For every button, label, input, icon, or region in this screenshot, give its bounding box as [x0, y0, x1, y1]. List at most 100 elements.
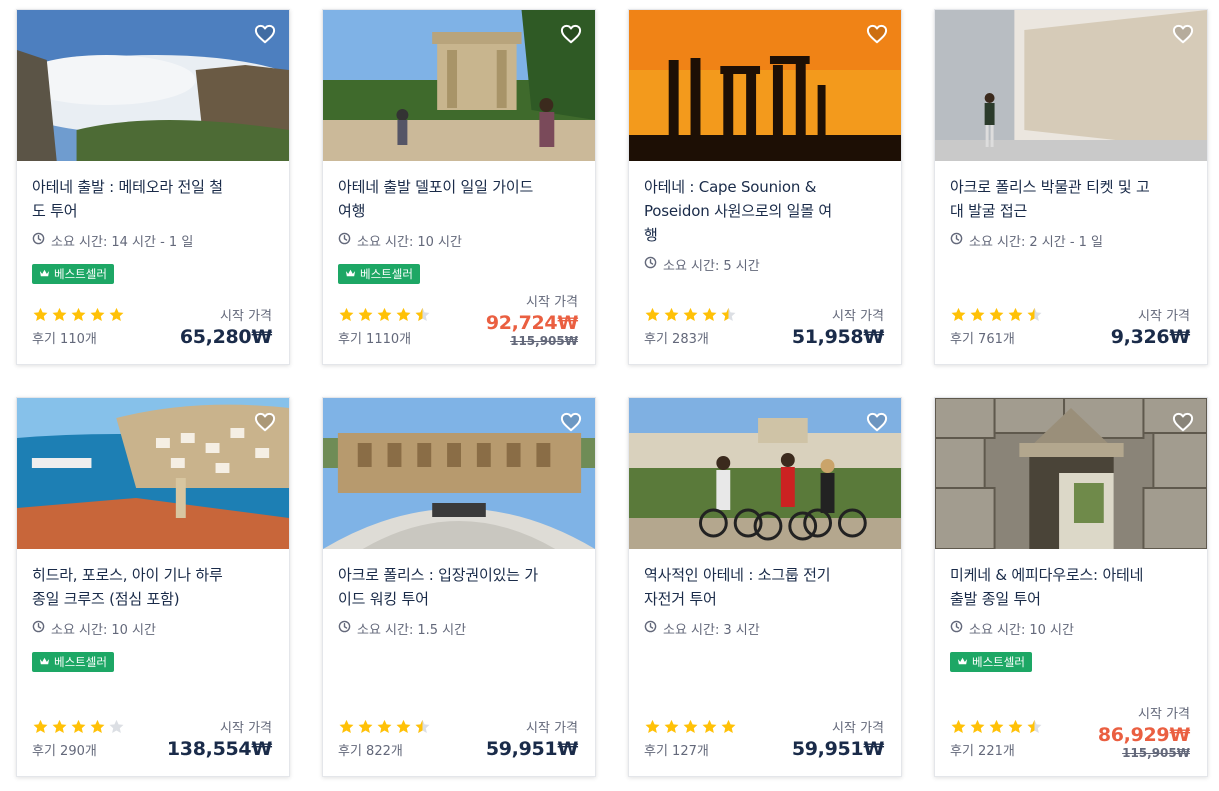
heart-icon[interactable]: [559, 22, 583, 46]
star-icon: [89, 718, 106, 739]
rating-stars: [338, 306, 431, 327]
star-half-icon: [1026, 718, 1043, 739]
badge-label: 베스트셀러: [360, 267, 413, 281]
star-icon: [1007, 718, 1024, 739]
price-label: 시작 가격: [1138, 309, 1190, 324]
activity-title[interactable]: 아크로 폴리스 : 입장권이있는 가이드 워킹 투어: [338, 563, 538, 611]
heart-icon[interactable]: [1171, 410, 1195, 434]
star-icon: [51, 306, 68, 327]
price: 138,554₩: [166, 738, 272, 760]
card-footer: 후기 110개 시작 가격 65,280₩: [32, 288, 272, 348]
crown-icon: [957, 655, 968, 669]
card-footer: 후기 221개 시작 가격 86,929₩ 115,905₩: [950, 700, 1190, 760]
price: 59,951₩: [791, 738, 884, 760]
price: 86,929₩: [1097, 724, 1190, 746]
clock-icon: [32, 620, 45, 637]
heart-icon[interactable]: [865, 410, 889, 434]
bestseller-badge: 베스트셀러: [32, 264, 114, 284]
star-icon: [701, 718, 718, 739]
activity-card[interactable]: 역사적인 아테네 : 소그룹 전기 자전거 투어 소요 시간: 3 시간 후기 …: [628, 397, 902, 777]
price-label: 시작 가격: [526, 721, 578, 736]
card-footer: 후기 290개 시작 가격 138,554₩: [32, 700, 272, 760]
duration-label: 소요 시간:: [357, 235, 414, 250]
star-icon: [701, 306, 718, 327]
card-footer: 후기 822개 시작 가격 59,951₩: [338, 700, 578, 760]
activity-photo[interactable]: [935, 10, 1207, 161]
price-box: 시작 가격 59,951₩: [486, 717, 578, 760]
price: 9,326₩: [1110, 326, 1191, 348]
review-count: 후기 822개: [338, 744, 403, 759]
crown-icon: [39, 655, 50, 669]
card-footer: 후기 761개 시작 가격 9,326₩: [950, 288, 1190, 348]
star-icon: [969, 306, 986, 327]
duration-value: 10 시간: [111, 623, 156, 638]
duration-value: 3 시간: [723, 623, 760, 638]
activity-title[interactable]: 아크로 폴리스 박물관 티켓 및 고대 발굴 접근: [950, 175, 1150, 223]
duration: 소요 시간: 10 시간: [338, 231, 580, 250]
review-count: 후기 761개: [950, 332, 1015, 347]
activity-card[interactable]: 히드라, 포로스, 아이 기나 하루 종일 크루즈 (점심 포함) 소요 시간:…: [16, 397, 290, 777]
star-icon: [644, 306, 661, 327]
heart-icon[interactable]: [253, 22, 277, 46]
duration-label: 소요 시간:: [663, 259, 720, 274]
star-icon: [644, 718, 661, 739]
rating-stars: [644, 718, 737, 739]
star-icon: [338, 306, 355, 327]
activity-title[interactable]: 미케네 & 에피다우로스: 아테네 출발 종일 투어: [950, 563, 1150, 611]
activity-card[interactable]: 아테네 출발 델포이 일일 가이드 여행 소요 시간: 10 시간 베스트셀러 …: [322, 9, 596, 365]
star-icon: [969, 718, 986, 739]
price-label: 시작 가격: [526, 295, 578, 310]
activity-title[interactable]: 역사적인 아테네 : 소그룹 전기 자전거 투어: [644, 563, 844, 611]
price: 51,958₩: [791, 326, 884, 348]
heart-icon[interactable]: [253, 410, 277, 434]
activity-photo[interactable]: [323, 10, 595, 161]
crown-icon: [39, 267, 50, 281]
heart-icon[interactable]: [865, 22, 889, 46]
activity-photo[interactable]: [17, 10, 289, 161]
price-label: 시작 가격: [1138, 707, 1190, 722]
star-icon: [376, 718, 393, 739]
duration-value: 10 시간: [417, 235, 462, 250]
activity-title[interactable]: 아테네 출발 : 메테오라 전일 철도 투어: [32, 175, 232, 223]
badge-label: 베스트셀러: [54, 267, 107, 281]
activity-card[interactable]: 아테네 출발 : 메테오라 전일 철도 투어 소요 시간: 14 시간 - 1 …: [16, 9, 290, 365]
star-half-icon: [414, 718, 431, 739]
star-icon: [720, 718, 737, 739]
duration-label: 소요 시간:: [357, 623, 414, 638]
activity-title[interactable]: 아테네 : Cape Sounion & Poseidon 사원으로의 일몰 여…: [644, 175, 844, 247]
star-icon: [108, 306, 125, 327]
star-icon: [70, 718, 87, 739]
activity-photo[interactable]: [629, 398, 901, 549]
heart-icon[interactable]: [559, 410, 583, 434]
activity-card[interactable]: 아크로 폴리스 : 입장권이있는 가이드 워킹 투어 소요 시간: 1.5 시간…: [322, 397, 596, 777]
activity-photo[interactable]: [629, 10, 901, 161]
review-count: 후기 283개: [644, 332, 709, 347]
duration: 소요 시간: 10 시간: [32, 619, 274, 638]
duration-value: 2 시간 - 1 일: [1029, 235, 1104, 250]
activity-photo[interactable]: [935, 398, 1207, 549]
activity-title[interactable]: 아테네 출발 델포이 일일 가이드 여행: [338, 175, 538, 223]
price-box: 시작 가격 138,554₩: [167, 717, 272, 760]
review-count: 후기 1110개: [338, 332, 412, 347]
activity-photo[interactable]: [17, 398, 289, 549]
card-footer: 후기 127개 시작 가격 59,951₩: [644, 700, 884, 760]
activity-card[interactable]: 아테네 : Cape Sounion & Poseidon 사원으로의 일몰 여…: [628, 9, 902, 365]
price-label: 시작 가격: [220, 721, 272, 736]
star-empty-icon: [108, 718, 125, 739]
price-label: 시작 가격: [832, 309, 884, 324]
price-box: 시작 가격 86,929₩ 115,905₩: [1098, 703, 1190, 760]
duration-value: 14 시간 - 1 일: [111, 235, 194, 250]
rating-stars: [32, 306, 125, 327]
heart-icon[interactable]: [1171, 22, 1195, 46]
price: 92,724₩: [485, 312, 578, 334]
original-price: 115,905₩: [510, 334, 578, 348]
activity-photo[interactable]: [323, 398, 595, 549]
review-count: 후기 127개: [644, 744, 709, 759]
duration: 소요 시간: 10 시간: [950, 619, 1192, 638]
activity-card[interactable]: 미케네 & 에피다우로스: 아테네 출발 종일 투어 소요 시간: 10 시간 …: [934, 397, 1208, 777]
activity-title[interactable]: 히드라, 포로스, 아이 기나 하루 종일 크루즈 (점심 포함): [32, 563, 232, 611]
rating-stars: [950, 306, 1043, 327]
star-icon: [663, 306, 680, 327]
price-box: 시작 가격 65,280₩: [180, 305, 272, 348]
activity-card[interactable]: 아크로 폴리스 박물관 티켓 및 고대 발굴 접근 소요 시간: 2 시간 - …: [934, 9, 1208, 365]
